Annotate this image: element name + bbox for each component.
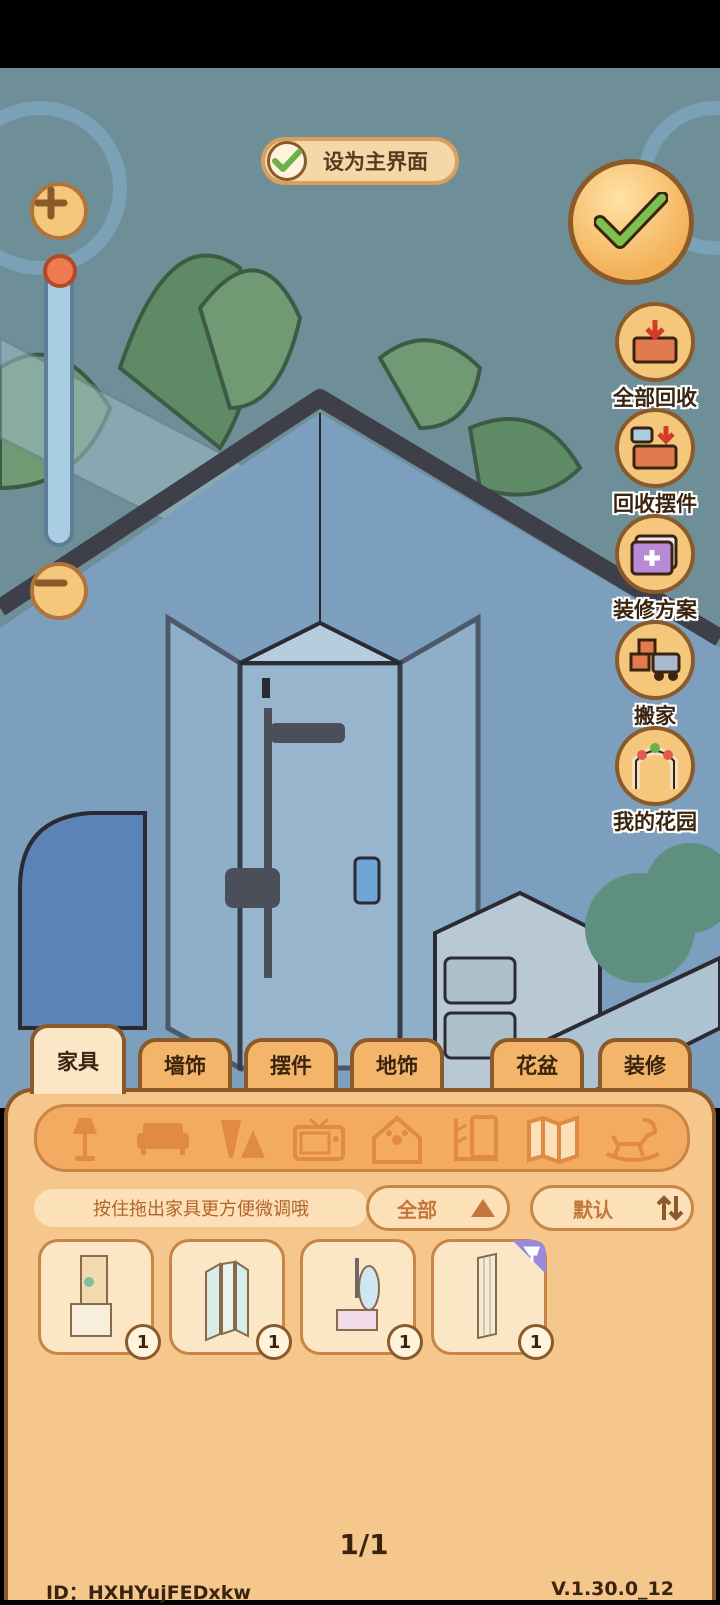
- my-garden-button[interactable]: 我的花园: [585, 726, 720, 836]
- moving-truck-icon: [629, 638, 681, 681]
- drag-hint: 按住拖出家具更方便微调哦: [34, 1189, 368, 1227]
- scope-filter-label: 全部: [397, 1197, 437, 1222]
- recycle-decor-button[interactable]: 回收摆件: [585, 408, 720, 518]
- shelf-icon[interactable]: [445, 1113, 505, 1165]
- recycle-all-icon: [632, 320, 678, 364]
- inventory-item-bath-cabinet[interactable]: 1: [38, 1239, 161, 1360]
- zoom-slider-handle[interactable]: [43, 254, 77, 288]
- inventory-item-curtain[interactable]: 1: [431, 1239, 554, 1360]
- furniture-panel: 按住拖出家具更方便微调哦 全部 默认 1 1 1 1 1/1 ID：HXHYuj…: [4, 1088, 716, 1604]
- item-count-badge: 1: [125, 1324, 161, 1360]
- tab-renovation[interactable]: 装修: [598, 1038, 692, 1088]
- decor-plan-icon: [630, 534, 678, 576]
- check-icon: [272, 149, 302, 172]
- plus-icon: [34, 186, 68, 220]
- subcategory-bar: [34, 1104, 690, 1172]
- garden-arch-icon: [632, 743, 678, 789]
- tab-wall-decor[interactable]: 墙饰: [138, 1038, 232, 1088]
- recycle-decor-icon: [630, 426, 678, 470]
- category-tabs: 家具 墙饰 摆件 地饰 花盆 装修: [0, 1020, 720, 1094]
- sort-arrows-icon: [656, 1195, 684, 1221]
- rocking-horse-icon[interactable]: [603, 1113, 663, 1165]
- tab-floor-decor[interactable]: 地饰: [350, 1038, 444, 1088]
- pet-house-icon[interactable]: [367, 1113, 427, 1165]
- decor-plan-button[interactable]: 装修方案: [585, 514, 720, 624]
- item-count-badge: 1: [387, 1324, 423, 1360]
- confirm-button[interactable]: [568, 159, 694, 285]
- inventory-item-glass-screen[interactable]: 1: [169, 1239, 292, 1360]
- recycle-all-button[interactable]: 全部回收: [585, 302, 720, 412]
- inventory-item-vanity-mirror[interactable]: 1: [300, 1239, 423, 1360]
- brush-tag-icon: [512, 1240, 546, 1274]
- check-icon: [594, 192, 668, 249]
- sort-label: 默认: [573, 1197, 613, 1222]
- sofa-icon[interactable]: [133, 1113, 193, 1165]
- set-home-label: 设为主界面: [323, 150, 428, 174]
- table-icon[interactable]: [211, 1113, 271, 1165]
- tv-icon[interactable]: [289, 1113, 349, 1165]
- tab-flowerpots[interactable]: 花盆: [490, 1038, 584, 1088]
- triangle-up-icon: [471, 1199, 495, 1217]
- tab-furniture[interactable]: 家具: [30, 1024, 126, 1094]
- moving-button[interactable]: 搬家: [585, 620, 720, 730]
- sort-dropdown[interactable]: 默认: [530, 1185, 694, 1231]
- item-count-badge: 1: [518, 1324, 554, 1360]
- checkbox-checked[interactable]: [267, 141, 307, 181]
- item-count-badge: 1: [256, 1324, 292, 1360]
- lamp-icon[interactable]: [55, 1113, 115, 1165]
- status-bar: [0, 0, 720, 68]
- tab-ornaments[interactable]: 摆件: [244, 1038, 338, 1088]
- pagination: 1/1: [339, 1528, 389, 1561]
- scope-filter-dropdown[interactable]: 全部: [366, 1185, 510, 1231]
- map-icon[interactable]: [523, 1113, 583, 1165]
- minus-icon: [34, 579, 68, 587]
- set-home-toggle[interactable]: 设为主界面: [261, 137, 459, 185]
- player-id: ID：HXHYujFEDxkw: [46, 1582, 251, 1604]
- zoom-out-button[interactable]: [30, 562, 88, 620]
- version-label: V.1.30.0_12: [551, 1578, 674, 1600]
- zoom-in-button[interactable]: [30, 182, 88, 240]
- zoom-slider-track[interactable]: [44, 262, 74, 547]
